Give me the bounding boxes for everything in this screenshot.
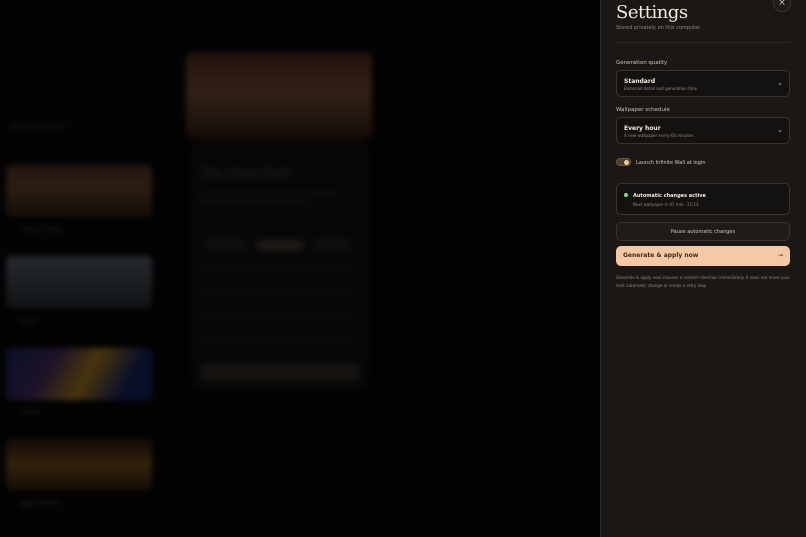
wallpaper-schedule-value: Every hour	[624, 125, 661, 132]
divider	[616, 42, 790, 43]
modal-backdrop[interactable]	[0, 0, 600, 537]
pause-button-label: Pause automatic changes	[670, 228, 736, 235]
wallpaper-schedule-label: Wallpaper schedule	[616, 107, 670, 113]
arrow-right-icon: →	[777, 252, 783, 259]
chevron-down-icon: ⌄	[777, 79, 783, 87]
launch-at-login-label[interactable]: Launch Infinite Wall at login	[636, 160, 706, 166]
apply-note: Generate & apply now chooses a random di…	[616, 275, 791, 288]
toggle-knob	[624, 160, 629, 165]
chevron-down-icon: ⌄	[777, 126, 783, 134]
launch-at-login-toggle[interactable]	[616, 158, 631, 166]
generation-quality-select[interactable]: Standard Balanced detail and generation …	[616, 70, 790, 97]
generation-quality-label: Generation quality	[616, 60, 668, 66]
settings-title: Settings	[616, 2, 688, 23]
status-description: Next wallpaper in 47 min · 21:13	[633, 202, 699, 207]
pause-automatic-changes-button[interactable]: Pause automatic changes	[616, 222, 790, 241]
wallpaper-schedule-select[interactable]: Every hour A new wallpaper every 60 minu…	[616, 117, 790, 144]
generate-apply-now-button[interactable]: Generate & apply now →	[616, 246, 790, 266]
close-icon: ×	[778, 0, 786, 8]
wallpaper-schedule-description: A new wallpaper every 60 minutes	[624, 133, 694, 138]
apply-button-label: Generate & apply now	[623, 252, 699, 259]
status-dot-icon	[624, 193, 628, 197]
generation-quality-value: Standard	[624, 78, 656, 85]
automatic-changes-status: Automatic changes active Next wallpaper …	[616, 183, 790, 215]
status-title: Automatic changes active	[633, 193, 706, 199]
generation-quality-description: Balanced detail and generation time	[624, 86, 698, 91]
settings-subtitle: Stored privately on this computer.	[616, 25, 702, 31]
